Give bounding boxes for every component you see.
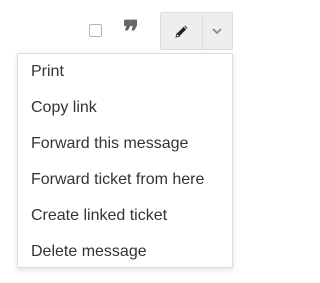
edit-split-button (160, 12, 233, 50)
menu-item-forward-message[interactable]: Forward this message (18, 126, 232, 162)
edit-button[interactable] (161, 13, 202, 49)
quote-icon[interactable]: ❞ (120, 18, 140, 48)
message-actions-menu: Print Copy link Forward this message For… (17, 53, 233, 268)
menu-item-print[interactable]: Print (18, 54, 232, 90)
menu-item-forward-ticket[interactable]: Forward ticket from here (18, 162, 232, 198)
message-toolbar: ❞ (0, 12, 249, 50)
menu-item-copy-link[interactable]: Copy link (18, 90, 232, 126)
select-message-checkbox[interactable] (89, 24, 102, 37)
menu-item-create-linked-ticket[interactable]: Create linked ticket (18, 198, 232, 234)
more-actions-dropdown-toggle[interactable] (203, 13, 232, 49)
chevron-down-icon (212, 28, 222, 35)
pencil-icon (175, 25, 188, 38)
menu-item-delete-message[interactable]: Delete message (18, 234, 232, 270)
